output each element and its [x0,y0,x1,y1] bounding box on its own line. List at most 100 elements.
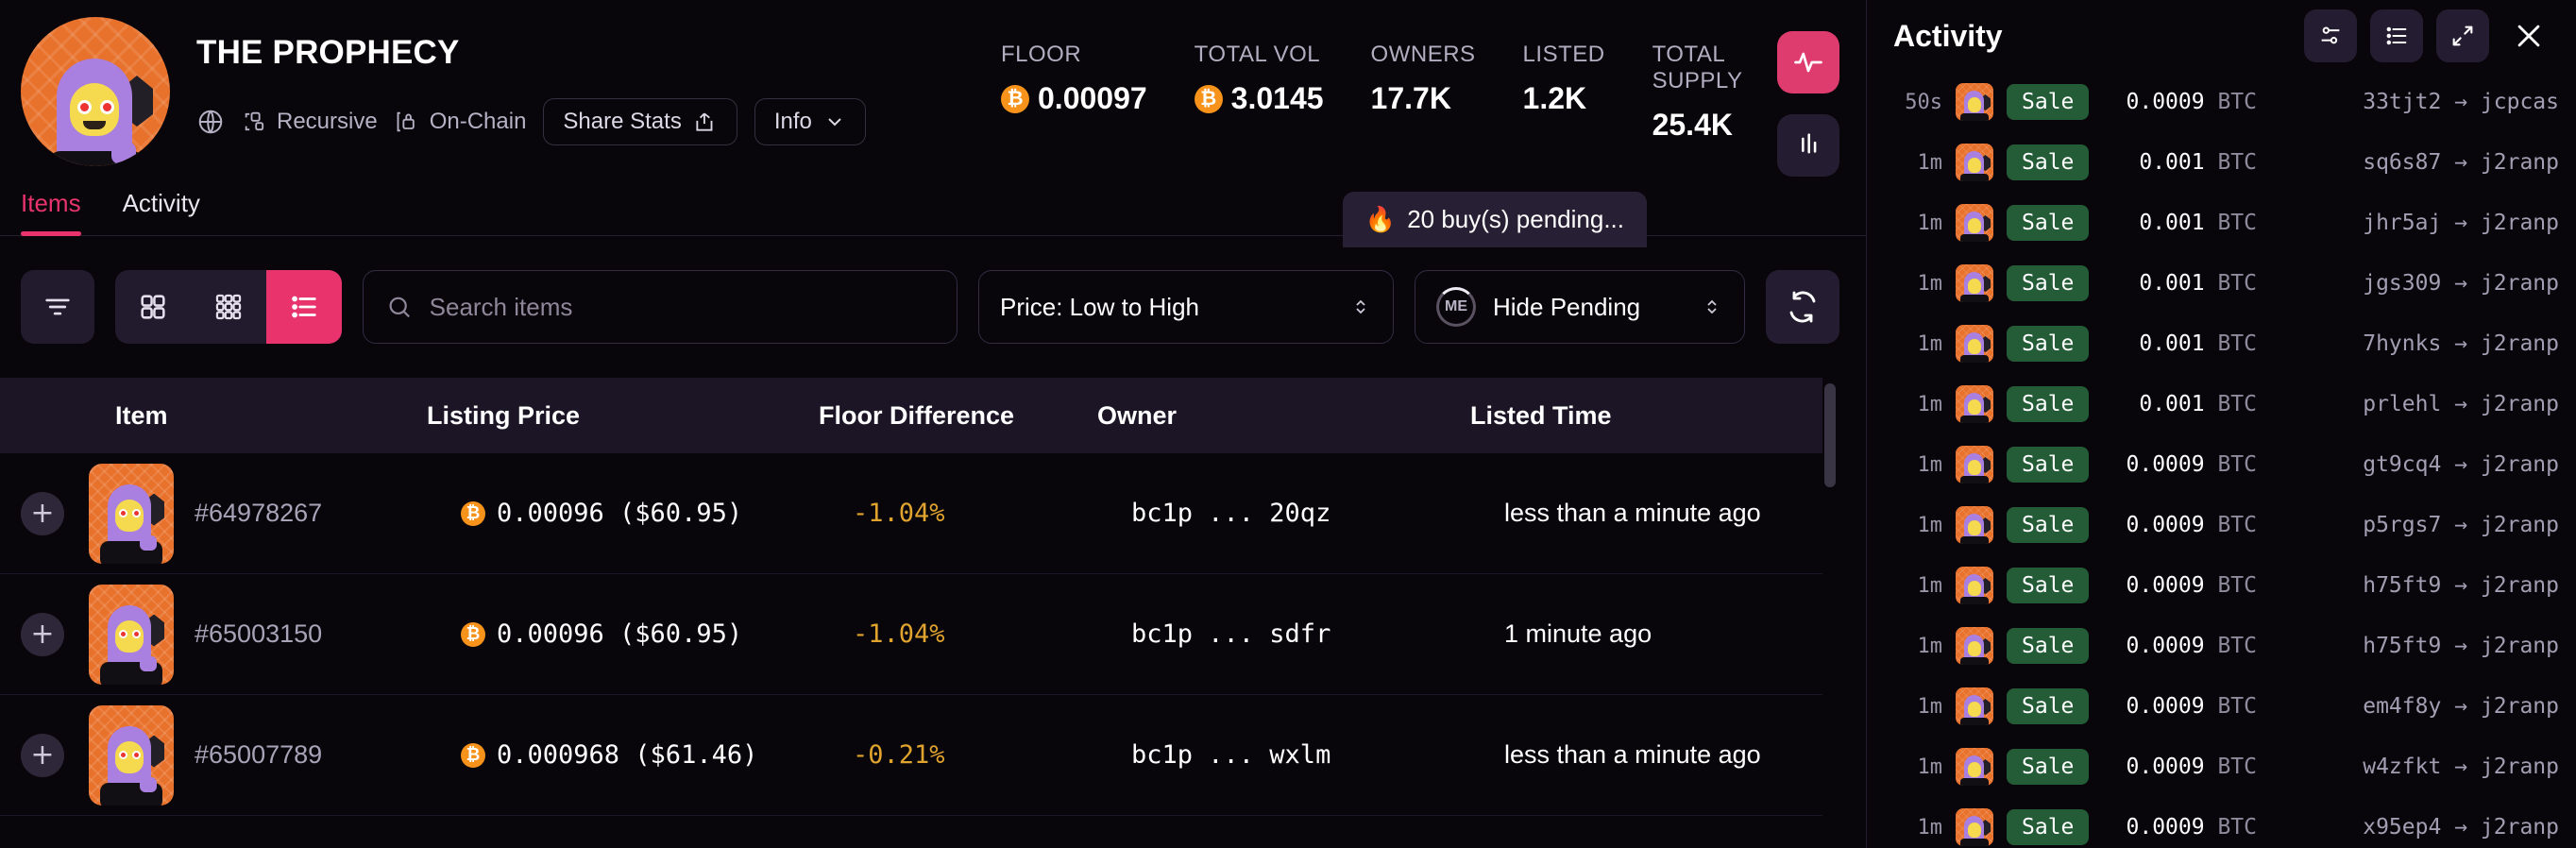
sort-select[interactable]: Price: Low to High [978,270,1394,344]
activity-row[interactable]: 50s Sale 0.0009 BTC 33tjt2 → jcpcas [1867,72,2576,132]
search-input[interactable] [430,293,934,322]
item-id[interactable]: #64978267 [195,499,461,528]
activity-amount: 0.001 BTC [2102,271,2262,296]
flame-icon: 🔥 [1365,206,1396,234]
item-price-value: 0.00096 ($60.95) [497,499,742,528]
share-stats-label: Share Stats [563,109,681,135]
view-mode-group [115,270,342,344]
item-thumbnail [89,705,174,806]
expand-icon[interactable] [2436,9,2489,62]
activity-thumbnail [1956,385,1993,423]
activity-thumbnail [1956,748,1993,786]
stat-value: 0.00097 [1038,81,1147,116]
tab-items[interactable]: Items [21,189,81,235]
status-badge: Sale [2007,386,2089,422]
item-id[interactable]: #65003150 [195,619,461,649]
activity-addresses: 7hynks → j2ranp [2276,331,2559,356]
activity-row[interactable]: 1m Sale 0.001 BTC sq6s87 → j2ranp [1867,132,2576,193]
grid-large-icon[interactable] [115,270,191,344]
activity-addresses: prlehl → j2ranp [2276,392,2559,416]
activity-amount: 0.0009 BTC [2102,513,2262,537]
add-to-cart-icon[interactable]: + [21,492,64,535]
activity-row[interactable]: 1m Sale 0.0009 BTC p5rgs7 → j2ranp [1867,495,2576,555]
filter-icon[interactable] [21,270,94,344]
table-row[interactable]: + #64978267 ₿ 0.00096 ($60.95) -1.04% bc… [0,453,1822,574]
status-badge: Sale [2007,144,2089,180]
magic-eden-icon: ME [1436,287,1476,327]
status-badge: Sale [2007,447,2089,483]
activity-row[interactable]: 1m Sale 0.0009 BTC em4f8y → j2ranp [1867,676,2576,737]
globe-icon[interactable] [196,108,225,136]
activity-list: 50s Sale 0.0009 BTC 33tjt2 → jcpcas 1m S… [1867,72,2576,848]
activity-row[interactable]: 1m Sale 0.0009 BTC h75ft9 → j2ranp [1867,616,2576,676]
scrollbar-thumb[interactable] [1824,383,1836,487]
pending-filter-select[interactable]: ME Hide Pending [1415,270,1745,344]
collection-stats: FLOOR ₿ 0.00097 TOTAL VOL ₿ 3.0145 OWNER… [1001,42,1866,143]
activity-row[interactable]: 1m Sale 0.001 BTC jgs309 → j2ranp [1867,253,2576,314]
activity-addresses: h75ft9 → j2ranp [2276,634,2559,658]
add-to-cart-icon[interactable]: + [21,734,64,777]
table-row[interactable]: + #65003150 ₿ 0.00096 ($60.95) -1.04% bc… [0,574,1822,695]
sliders-icon[interactable] [2304,9,2357,62]
tab-activity[interactable]: Activity [123,189,200,235]
search-box[interactable] [363,270,958,344]
activity-thumbnail [1956,325,1993,363]
item-price: ₿ 0.00096 ($60.95) [461,619,853,649]
item-owner[interactable]: bc1p ... sdfr [1131,619,1504,649]
activity-row[interactable]: 1m Sale 0.001 BTC jhr5aj → j2ranp [1867,193,2576,253]
activity-row[interactable]: 1m Sale 0.001 BTC 7hynks → j2ranp [1867,314,2576,374]
list-icon[interactable] [266,270,342,344]
item-id[interactable]: #65007789 [195,740,461,770]
chevron-down-icon [823,110,846,133]
add-to-cart-icon[interactable]: + [21,613,64,656]
pulse-icon[interactable] [1777,31,1839,93]
refresh-icon[interactable] [1766,270,1839,344]
collection-tag-recursive[interactable]: Recursive [242,109,378,135]
close-icon[interactable] [2502,9,2555,62]
column-item: Item [21,401,427,431]
stat-total-vol: TOTAL VOL ₿ 3.0145 [1195,42,1371,143]
item-price: ₿ 0.000968 ($61.46) [461,740,853,770]
info-dropdown-button[interactable]: Info [754,98,866,145]
status-badge: Sale [2007,265,2089,301]
share-icon [693,110,718,134]
status-badge: Sale [2007,628,2089,664]
table-header: Item Listing Price Floor Difference Owne… [0,378,1822,453]
activity-time: 1m [1888,151,1942,175]
table-scrollbar[interactable] [1822,378,1838,816]
bitcoin-icon: ₿ [461,501,485,526]
activity-amount: 0.0009 BTC [2102,815,2262,840]
stat-label: TOTAL VOL [1195,42,1324,68]
table-row[interactable]: + #65007789 ₿ 0.000968 ($61.46) -0.21% b… [0,695,1822,816]
stat-value: 3.0145 [1231,81,1324,116]
activity-time: 1m [1888,574,1942,598]
item-owner[interactable]: bc1p ... wxlm [1131,740,1504,770]
bar-chart-icon[interactable] [1777,114,1839,177]
collection-tag-onchain[interactable]: On-Chain [395,109,527,135]
pending-buys-banner[interactable]: 🔥 20 buy(s) pending... [1343,192,1647,247]
activity-addresses: jhr5aj → j2ranp [2276,211,2559,235]
info-label: Info [774,109,812,135]
share-stats-button[interactable]: Share Stats [543,98,737,145]
activity-row[interactable]: 1m Sale 0.001 BTC prlehl → j2ranp [1867,374,2576,434]
item-owner[interactable]: bc1p ... 20qz [1131,499,1504,528]
activity-time: 1m [1888,272,1942,296]
activity-panel-title: Activity [1893,19,2291,54]
activity-amount: 0.0009 BTC [2102,452,2262,477]
activity-addresses: h75ft9 → j2ranp [2276,573,2559,598]
activity-thumbnail [1956,627,1993,665]
activity-thumbnail [1956,506,1993,544]
item-listed-time: less than a minute ago [1504,738,1788,772]
activity-row[interactable]: 1m Sale 0.0009 BTC gt9cq4 → j2ranp [1867,434,2576,495]
grid-small-icon[interactable] [191,270,266,344]
list-icon[interactable] [2370,9,2423,62]
activity-addresses: w4zfkt → j2ranp [2276,755,2559,779]
floating-action-buttons [1777,31,1839,177]
activity-row[interactable]: 1m Sale 0.0009 BTC w4zfkt → j2ranp [1867,737,2576,797]
activity-addresses: sq6s87 → j2ranp [2276,150,2559,175]
activity-row[interactable]: 1m Sale 0.0009 BTC h75ft9 → j2ranp [1867,555,2576,616]
activity-amount: 0.0009 BTC [2102,634,2262,658]
item-listed-time: less than a minute ago [1504,497,1788,531]
activity-row[interactable]: 1m Sale 0.0009 BTC x95ep4 → j2ranp [1867,797,2576,848]
stat-value: 17.7K [1371,81,1451,116]
